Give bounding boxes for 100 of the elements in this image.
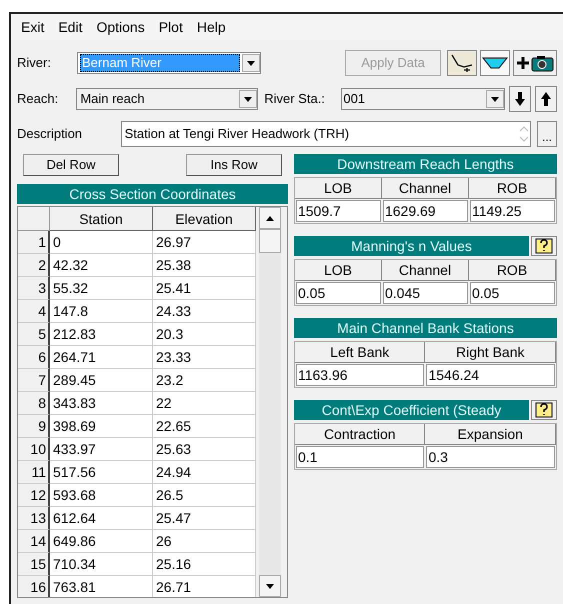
ins-row-button[interactable]: Ins Row: [186, 154, 282, 176]
column-header: Channel: [382, 178, 469, 199]
reach-label: Reach:: [17, 90, 60, 108]
down-button[interactable]: [509, 86, 532, 112]
value-field[interactable]: 1546.24: [426, 364, 555, 386]
up-triangle-icon: [266, 216, 274, 220]
value-field[interactable]: 0.045: [382, 282, 468, 304]
cross-section-icon: [450, 53, 474, 73]
value-field[interactable]: 1163.96: [296, 364, 424, 386]
panel-title: Downstream Reach Lengths: [294, 154, 557, 174]
table-cell[interactable]: 0: [50, 231, 153, 254]
row-number: 2: [18, 254, 50, 277]
up-arrow-icon: [540, 91, 552, 107]
table-cell[interactable]: 612.64: [50, 507, 153, 530]
table-cell[interactable]: 20.3: [153, 323, 256, 346]
more-button[interactable]: ...: [537, 121, 557, 147]
value-field[interactable]: 1149.25: [470, 200, 555, 222]
table-cell[interactable]: 433.97: [50, 438, 153, 461]
column-header: Right Bank: [425, 342, 556, 363]
row-number: 1: [18, 231, 50, 254]
scroll-arrows-icon: [518, 124, 530, 144]
table-cell[interactable]: 42.32: [50, 254, 153, 277]
table-cell[interactable]: 763.81: [50, 576, 153, 597]
value-field[interactable]: 0.1: [296, 446, 424, 468]
water-channel-icon: [482, 55, 508, 71]
table-cell[interactable]: 22.65: [153, 415, 256, 438]
table-cell[interactable]: 398.69: [50, 415, 153, 438]
dropdown-arrow-icon: [491, 96, 500, 102]
column-header: Left Bank: [294, 342, 426, 363]
dropdown-arrow-icon: [244, 96, 252, 102]
table-cell[interactable]: 649.86: [50, 530, 153, 553]
river-station-label: River Sta.:: [264, 90, 326, 108]
row-number: 12: [18, 484, 50, 507]
value-field[interactable]: 0.05: [296, 282, 381, 304]
add-picture-button[interactable]: [513, 50, 557, 76]
scroll-thumb[interactable]: [259, 229, 281, 253]
row-number: 5: [18, 323, 50, 346]
del-row-button[interactable]: Del Row: [23, 154, 119, 176]
table-title: Cross Section Coordinates: [17, 184, 288, 204]
table-cell[interactable]: 25.16: [153, 553, 256, 576]
scroll-up-button[interactable]: [259, 207, 281, 229]
table-cell[interactable]: 25.41: [153, 277, 256, 300]
table-cell[interactable]: 26: [153, 530, 256, 553]
column-header: Elevation: [153, 207, 256, 231]
description-field[interactable]: Station at Tengi River Headwork (TRH): [120, 121, 532, 147]
table-cell[interactable]: 517.56: [50, 461, 153, 484]
table-cell[interactable]: 55.32: [50, 277, 153, 300]
down-arrow-icon: [514, 91, 526, 107]
table-cell[interactable]: 212.83: [50, 323, 153, 346]
table-cell[interactable]: 23.2: [153, 369, 256, 392]
scroll-down-button[interactable]: [259, 575, 281, 597]
river-station-dropdown[interactable]: 001: [341, 88, 506, 110]
up-button[interactable]: [535, 86, 557, 112]
dropdown-arrow-icon: [247, 60, 255, 66]
menu-item[interactable]: Edit: [58, 16, 82, 38]
table-cell[interactable]: 25.38: [153, 254, 256, 277]
menu-item[interactable]: Exit: [21, 16, 44, 38]
table-cell[interactable]: 24.94: [153, 461, 256, 484]
scrollbar[interactable]: [259, 207, 281, 597]
value-field[interactable]: 1629.69: [382, 200, 468, 222]
river-label: River:: [17, 54, 52, 72]
panel-title: Main Channel Bank Stations: [294, 318, 557, 338]
help-button[interactable]: [531, 400, 557, 420]
value-field[interactable]: 1509.7: [296, 200, 381, 222]
table-cell[interactable]: 23.33: [153, 346, 256, 369]
table-cell[interactable]: 593.68: [50, 484, 153, 507]
reach-dropdown[interactable]: Main reach: [76, 88, 258, 110]
table-cell[interactable]: 26.97: [153, 231, 256, 254]
column-header: LOB: [294, 260, 382, 281]
row-number: 6: [18, 346, 50, 369]
row-number: 4: [18, 300, 50, 323]
panel-title: Cont\Exp Coefficient (Steady: [294, 400, 529, 420]
table-cell[interactable]: 710.34: [50, 553, 153, 576]
table-cell[interactable]: 289.45: [50, 369, 153, 392]
value-field[interactable]: 0.3: [426, 446, 555, 468]
table-cell[interactable]: 343.83: [50, 392, 153, 415]
column-header: ROB: [468, 178, 556, 199]
menu-item[interactable]: Options: [96, 16, 145, 38]
water-surface-button[interactable]: [480, 50, 510, 76]
help-icon: [535, 238, 553, 254]
menu-item[interactable]: Help: [196, 16, 226, 38]
table-cell[interactable]: 22: [153, 392, 256, 415]
table-cell[interactable]: 25.47: [153, 507, 256, 530]
table-cell[interactable]: 26.5: [153, 484, 256, 507]
row-number: 15: [18, 553, 50, 576]
row-number: 14: [18, 530, 50, 553]
menu-item[interactable]: Plot: [158, 16, 183, 38]
plus-camera-icon: [516, 54, 554, 72]
description-label: Description: [17, 125, 84, 144]
row-number: 10: [18, 438, 50, 461]
cross-section-plot-button[interactable]: [447, 50, 477, 76]
column-header: Contraction: [294, 424, 426, 445]
table-cell[interactable]: 26.71: [153, 576, 256, 597]
help-button[interactable]: [531, 236, 557, 256]
table-cell[interactable]: 24.33: [153, 300, 256, 323]
table-cell[interactable]: 264.71: [50, 346, 153, 369]
table-cell[interactable]: 147.8: [50, 300, 153, 323]
value-field[interactable]: 0.05: [470, 282, 555, 304]
table-cell[interactable]: 25.63: [153, 438, 256, 461]
column-header: LOB: [294, 178, 382, 199]
